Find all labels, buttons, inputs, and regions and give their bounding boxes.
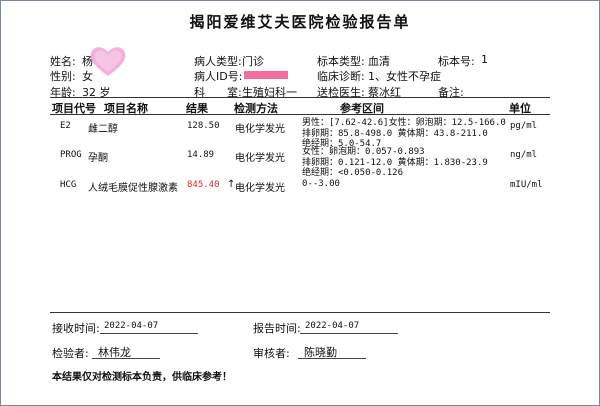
- row-name: 孕酮: [88, 153, 108, 164]
- row-unit: ng/ml: [510, 150, 538, 160]
- reference-line: 绝经期：<0.050-0.126: [302, 168, 404, 178]
- sample-type-value: 血清: [368, 55, 390, 68]
- reference-line: 女性：卵泡期：0.057-0.893: [302, 147, 425, 157]
- reference-line: 排卵期：0.121-12.0 黄体期：1.830-23.9: [302, 157, 488, 168]
- row-code: HCG: [60, 180, 77, 190]
- row-name: 人绒毛膜促性腺激素: [88, 183, 178, 194]
- row-code: PROG: [60, 150, 82, 160]
- reviewer-underline: [298, 358, 366, 359]
- gender-label: 性别:: [50, 70, 76, 83]
- patient-type-label: 病人类型:: [194, 55, 242, 68]
- receive-time-value: 2022-04-07: [104, 321, 159, 331]
- row-reference: 男性：[7.62-42.6]女性：卵泡期：12.5-166.0 排卵期：85.8…: [302, 118, 506, 150]
- sample-type-label: 标本类型:: [317, 55, 365, 68]
- examiner-underline: [92, 358, 160, 359]
- row-reference: 0--3.00: [302, 179, 340, 190]
- row-reference: 女性：卵泡期：0.057-0.893 排卵期：0.121-12.0 黄体期：1.…: [302, 147, 488, 179]
- disclaimer-note: 本结果仅对检测标本负责，供临床参考！: [52, 372, 232, 383]
- receive-time-label: 接收时间:: [52, 322, 100, 335]
- examiner-label: 检验者:: [52, 347, 89, 360]
- receive-time-underline: [100, 333, 198, 334]
- row-code: E2: [60, 121, 71, 131]
- row-result: 128.50: [187, 121, 220, 131]
- name-label: 姓名:: [50, 55, 76, 68]
- reference-line: 男性：[7.62-42.6]女性：卵泡期：12.5-166.0: [302, 118, 506, 128]
- report-title: 揭阳爱维艾夫医院检验报告单: [189, 13, 411, 31]
- report-time-label: 报告时间:: [253, 322, 301, 335]
- row-result: 14.89: [187, 150, 215, 160]
- heart-sticker-icon: [90, 47, 126, 76]
- reference-line: 0--3.00: [302, 179, 340, 189]
- redaction-bar: [244, 71, 288, 79]
- report-time-value: 2022-04-07: [305, 321, 360, 331]
- table-top-rule: [50, 97, 550, 98]
- reference-line: 排卵期：85.8-498.0 黄体期：43.8-211.0: [302, 128, 488, 139]
- row-method: 电化学发光: [235, 183, 285, 194]
- diagnosis-label: 临床诊断:: [317, 70, 365, 83]
- patient-id-label: 病人ID号:: [194, 70, 243, 83]
- row-name: 雌二醇: [88, 124, 118, 135]
- diagnosis-value: 1、女性不孕症: [368, 70, 441, 83]
- reviewer-label: 审核者:: [253, 347, 290, 360]
- row-unit: mIU/ml: [510, 180, 543, 190]
- table-header-rule: [50, 114, 550, 115]
- row-method: 电化学发光: [235, 153, 285, 164]
- row-unit: pg/ml: [510, 121, 538, 131]
- row-method: 电化学发光: [235, 124, 285, 135]
- patient-type-value: 门诊: [242, 55, 264, 68]
- gender-value: 女: [82, 70, 93, 83]
- sample-no-label: 标本号:: [438, 55, 475, 68]
- sample-no-value: 1: [481, 53, 488, 66]
- row-result-abnormal: 845.40: [187, 180, 220, 190]
- report-time-underline: [300, 333, 398, 334]
- footer-rule: [50, 312, 550, 313]
